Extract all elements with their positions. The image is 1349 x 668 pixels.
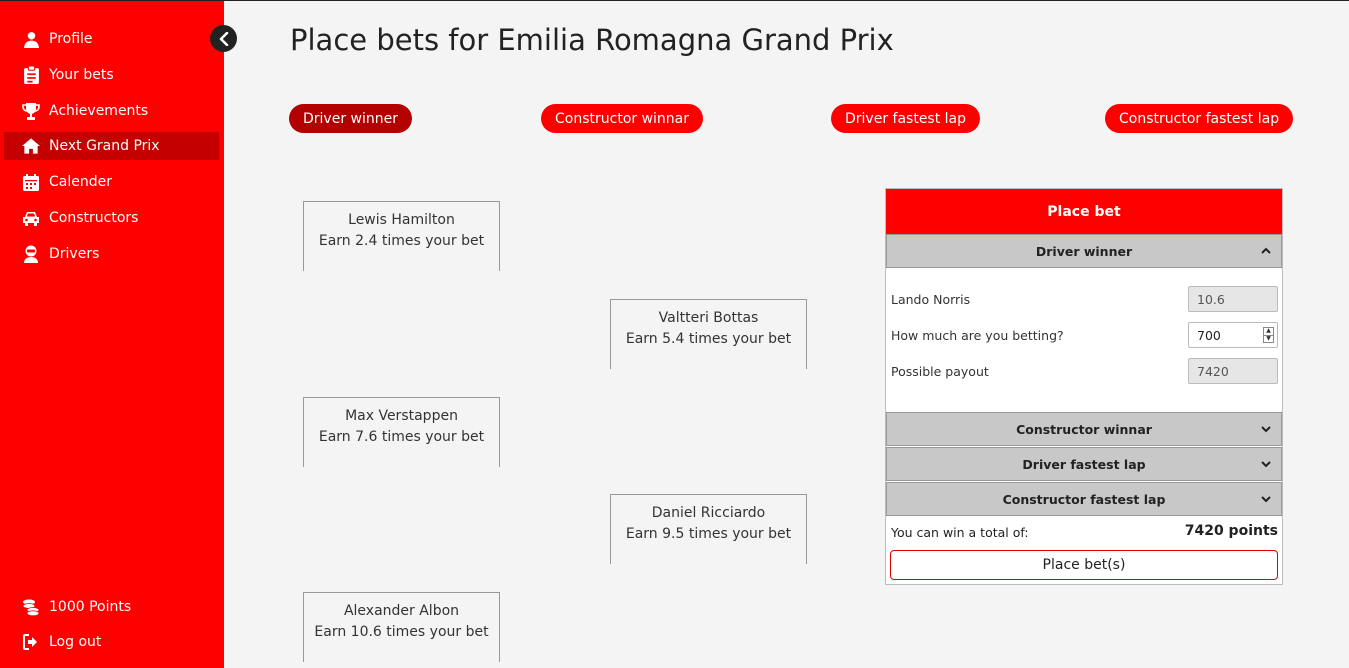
- bet-amount-input[interactable]: 700 ▲ ▼: [1188, 322, 1278, 348]
- stepper-down-icon[interactable]: ▼: [1264, 334, 1273, 343]
- points-label: 1000 Points: [49, 599, 132, 615]
- driver-card[interactable]: Max Verstappen Earn 7.6 times your bet: [303, 397, 500, 467]
- tab-constructor-fastest-lap[interactable]: Constructor fastest lap: [1105, 104, 1294, 133]
- user-icon: [22, 30, 40, 48]
- driver-name: Valtteri Bottas: [658, 310, 759, 326]
- payout-field: 7420: [1188, 358, 1278, 384]
- amount-stepper[interactable]: ▲ ▼: [1263, 327, 1274, 343]
- driver-name: Max Verstappen: [345, 408, 458, 424]
- logout-link[interactable]: Log out: [4, 628, 219, 656]
- total-value: 7420 points: [1184, 523, 1278, 539]
- logout-icon: [22, 633, 40, 651]
- collapse-sidebar-button[interactable]: [210, 25, 237, 52]
- chevron-down-icon: [1261, 496, 1271, 503]
- driver-card[interactable]: Valtteri Bottas Earn 5.4 times your bet: [610, 299, 807, 369]
- driver-name: Lewis Hamilton: [348, 212, 455, 228]
- calendar-icon: [22, 173, 40, 191]
- sidebar-item-calender[interactable]: Calender: [4, 168, 219, 196]
- accordion-label: Constructor fastest lap: [1002, 491, 1166, 507]
- driver-card[interactable]: Daniel Ricciardo Earn 9.5 times your bet: [610, 494, 807, 564]
- sidebar-item-drivers[interactable]: Drivers: [4, 240, 219, 268]
- accordion-driver-winner[interactable]: Driver winner: [886, 234, 1282, 268]
- accordion-label: Driver fastest lap: [1022, 456, 1146, 472]
- amount-label: How much are you betting?: [891, 328, 1064, 343]
- driver-card[interactable]: Alexander Albon Earn 10.6 times your bet: [303, 592, 500, 662]
- accordion-label: Driver winner: [1035, 243, 1133, 259]
- sidebar-item-label: Drivers: [49, 246, 100, 262]
- accordion-label: Constructor winnar: [1016, 421, 1152, 437]
- coins-icon: [22, 598, 40, 616]
- car-icon: [22, 209, 40, 227]
- sidebar: Profile Your bets Achievements Next Gran…: [0, 1, 224, 668]
- points-display: 1000 Points: [4, 593, 219, 621]
- bet-amount-value: 700: [1197, 327, 1221, 343]
- tab-driver-winner[interactable]: Driver winner: [289, 104, 412, 133]
- sidebar-item-profile[interactable]: Profile: [4, 25, 219, 53]
- accordion-constructor-fastest-lap[interactable]: Constructor fastest lap: [886, 482, 1282, 516]
- payout-label: Possible payout: [891, 364, 989, 379]
- chevron-left-icon: [219, 31, 228, 46]
- driver-odds: Earn 5.4 times your bet: [625, 331, 792, 347]
- sidebar-item-label: Your bets: [49, 67, 114, 83]
- place-bets-button[interactable]: Place bet(s): [890, 550, 1278, 580]
- accordion-body-driver-winner: Lando Norris 10.6 How much are you betti…: [886, 268, 1282, 412]
- home-icon: [22, 137, 40, 155]
- selected-driver-label: Lando Norris: [891, 292, 971, 307]
- page-title: Place bets for Emilia Romagna Grand Prix: [290, 23, 894, 57]
- chevron-down-icon: [1261, 426, 1271, 433]
- driver-odds: Earn 9.5 times your bet: [625, 526, 792, 542]
- odds-field: 10.6: [1188, 286, 1278, 312]
- chevron-up-icon: [1261, 247, 1271, 254]
- driver-odds: Earn 7.6 times your bet: [318, 429, 485, 445]
- chevron-down-icon: [1261, 461, 1271, 468]
- trophy-icon: [22, 102, 40, 120]
- driver-name: Alexander Albon: [343, 603, 460, 619]
- bet-panel-title: Place bet: [886, 189, 1282, 234]
- driver-odds: Earn 10.6 times your bet: [314, 624, 489, 640]
- total-label: You can win a total of:: [891, 525, 1029, 540]
- accordion-driver-fastest-lap[interactable]: Driver fastest lap: [886, 447, 1282, 481]
- sidebar-item-label: Next Grand Prix: [49, 138, 160, 154]
- driver-card[interactable]: Lewis Hamilton Earn 2.4 times your bet: [303, 201, 500, 271]
- sidebar-item-label: Constructors: [49, 210, 139, 226]
- sidebar-item-achievements[interactable]: Achievements: [4, 97, 219, 125]
- driver-odds: Earn 2.4 times your bet: [318, 233, 485, 249]
- sidebar-item-label: Calender: [49, 174, 112, 190]
- accordion-constructor-winnar[interactable]: Constructor winnar: [886, 412, 1282, 446]
- tab-constructor-winnar[interactable]: Constructor winnar: [541, 104, 704, 133]
- driver-name: Daniel Ricciardo: [651, 505, 766, 521]
- sidebar-item-label: Profile: [49, 31, 93, 47]
- bet-panel: Place bet Driver winner Lando Norris 10.…: [885, 188, 1283, 585]
- clipboard-icon: [22, 66, 40, 84]
- driver-icon: [22, 245, 40, 263]
- tab-driver-fastest-lap[interactable]: Driver fastest lap: [831, 104, 981, 133]
- logout-label: Log out: [49, 634, 102, 650]
- sidebar-item-constructors[interactable]: Constructors: [4, 204, 219, 232]
- sidebar-item-next-grand-prix[interactable]: Next Grand Prix: [4, 132, 219, 160]
- sidebar-item-your-bets[interactable]: Your bets: [4, 61, 219, 89]
- sidebar-item-label: Achievements: [49, 103, 149, 119]
